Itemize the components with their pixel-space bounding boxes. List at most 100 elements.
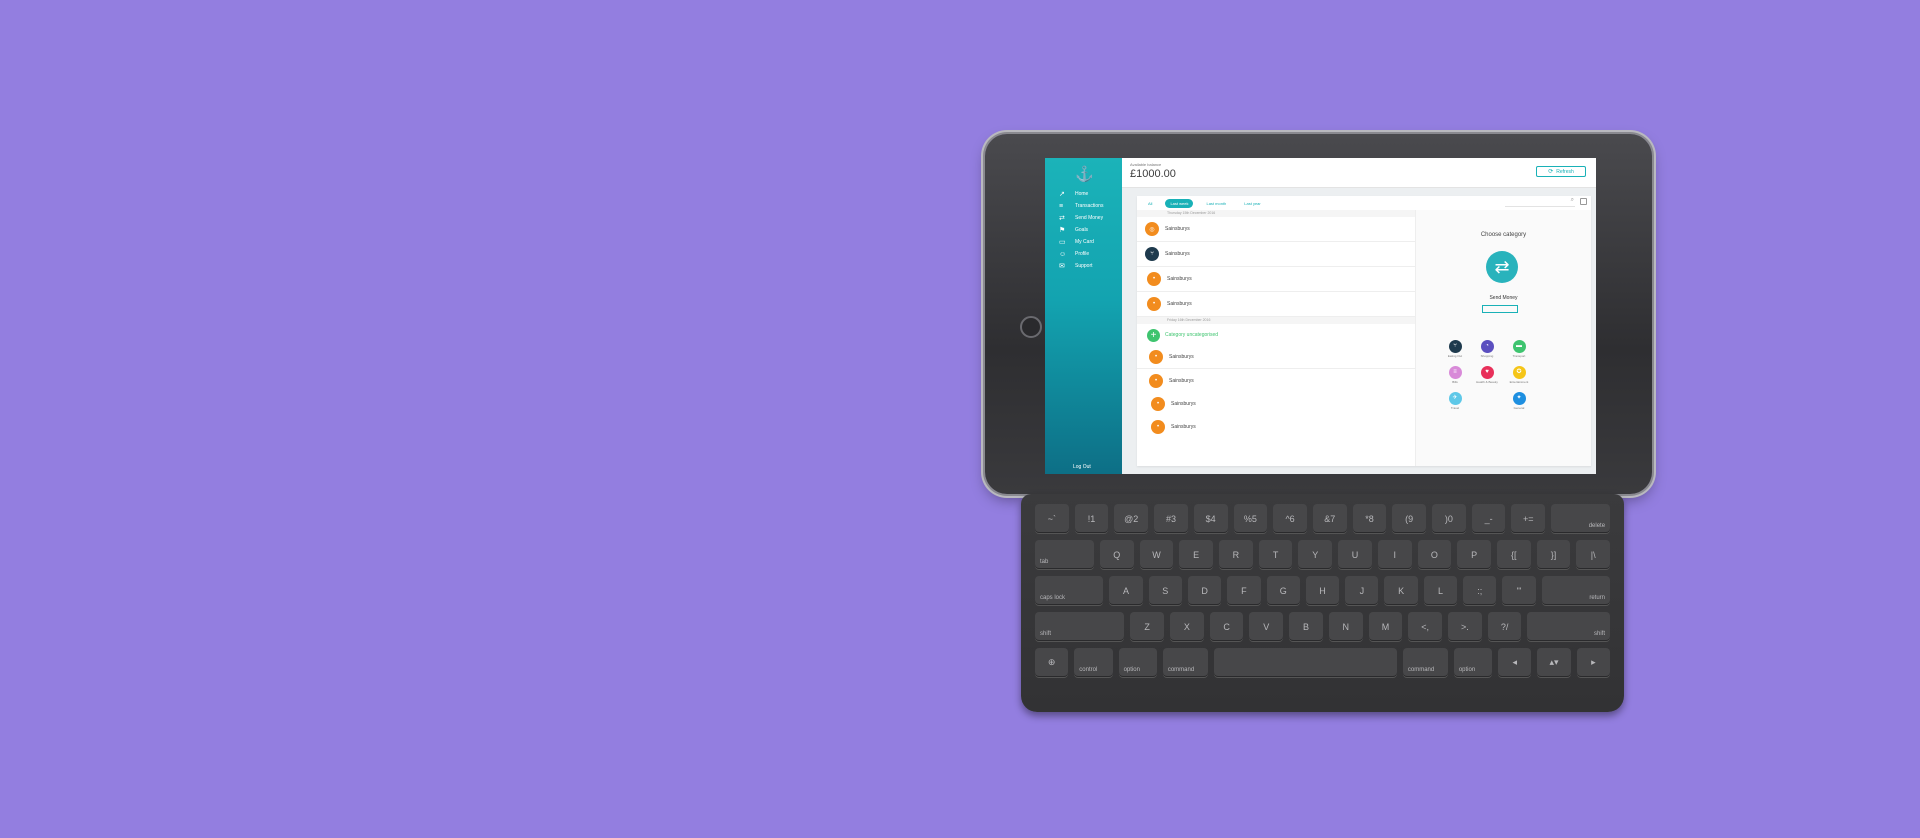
key-e[interactable]: E [1179,540,1214,569]
category-travel[interactable]: ✈ Travel [1440,392,1470,410]
app-header: Available balance £1000.00 ⟳ Refresh [1122,158,1596,188]
category-shopping[interactable]: ◔ Shopping [1472,340,1502,358]
key-arrow-right[interactable]: ▸ [1576,648,1610,677]
key-arrow-up-down[interactable]: ▴▾ [1537,648,1571,677]
key-s[interactable]: S [1148,576,1182,605]
key-5[interactable]: %5 [1233,504,1268,533]
category-bills[interactable]: ≡ Bills [1440,366,1470,384]
filter-last-month[interactable]: Last month [1201,199,1231,208]
transaction-row[interactable]: • Sainsburys [1137,392,1415,415]
choose-category-title: Choose category [1480,232,1527,238]
key-j[interactable]: J [1345,576,1379,605]
key-tilde[interactable]: ~` [1035,504,1069,533]
filter-last-year[interactable]: Last year [1239,199,1265,208]
key-y[interactable]: Y [1298,540,1333,569]
transaction-row[interactable]: ◎ Sainsburys [1137,217,1415,242]
key-shift-right[interactable]: shift [1527,612,1611,641]
key-slash[interactable]: ?/ [1487,612,1522,641]
key-semicolon[interactable]: :; [1463,576,1497,605]
key-c[interactable]: C [1209,612,1244,641]
key-3[interactable]: #3 [1154,504,1188,533]
key-z[interactable]: Z [1130,612,1165,641]
key-9[interactable]: (9 [1392,504,1427,533]
key-b[interactable]: B [1289,612,1323,641]
transaction-row[interactable]: • Sainsburys [1137,267,1415,292]
add-category-row[interactable]: + Category uncategorised [1137,324,1415,346]
key-globe[interactable]: ⊕ [1035,648,1069,677]
key-minus[interactable]: _- [1471,504,1506,533]
key-2[interactable]: @2 [1114,504,1149,533]
sidebar-item-profile[interactable]: ☺ Profile [1059,249,1089,259]
key-control[interactable]: control [1074,648,1113,677]
sidebar-item-send-money[interactable]: ⇄ Send Money [1059,213,1103,223]
sidebar-item-home[interactable]: ↗ Home [1059,189,1088,199]
key-l[interactable]: L [1423,576,1458,605]
sidebar-item-my-card[interactable]: ▭ My Card [1059,237,1094,247]
key-m[interactable]: M [1368,612,1403,641]
key-1[interactable]: !1 [1074,504,1109,533]
key-n[interactable]: N [1328,612,1363,641]
key-quote[interactable]: "' [1502,576,1536,605]
key-p[interactable]: P [1457,540,1491,569]
key-4[interactable]: $4 [1193,504,1228,533]
key-command-right[interactable]: command [1402,648,1448,677]
key-k[interactable]: K [1384,576,1418,605]
key-g[interactable]: G [1266,576,1300,605]
key-0[interactable]: )0 [1432,504,1466,533]
home-button[interactable] [1020,316,1042,338]
key-w[interactable]: W [1139,540,1174,569]
key-q[interactable]: Q [1099,540,1134,569]
category-eating-out[interactable]: ⑂ Eating Out [1440,340,1470,358]
filter-all[interactable]: All [1143,199,1157,208]
key-option-left[interactable]: option [1118,648,1157,677]
key-i[interactable]: I [1377,540,1412,569]
key-delete[interactable]: delete [1551,504,1611,533]
filter-last-week[interactable]: Last week [1165,199,1194,208]
sidebar-item-transactions[interactable]: ≡ Transactions [1059,201,1103,211]
transaction-row[interactable]: • Sainsburys [1137,369,1415,392]
key-comma[interactable]: <, [1408,612,1443,641]
key-right-bracket[interactable]: }] [1536,540,1571,569]
key-t[interactable]: T [1258,540,1293,569]
key-d[interactable]: D [1187,576,1222,605]
category-general[interactable]: ✦ General [1504,392,1534,410]
transaction-row[interactable]: • Sainsburys [1137,415,1415,438]
key-command-left[interactable]: command [1162,648,1208,677]
key-space[interactable] [1213,648,1397,677]
refresh-button[interactable]: ⟳ Refresh [1536,166,1586,177]
sidebar-item-goals[interactable]: ⚑ Goals [1059,225,1088,235]
key-backslash[interactable]: |\ [1576,540,1611,569]
key-r[interactable]: R [1219,540,1253,569]
category-transport[interactable]: ▬ Transport [1504,340,1534,358]
sidebar-item-support[interactable]: ✉ Support [1059,261,1093,271]
category-entertainment[interactable]: ✪ Entertainment [1504,366,1534,384]
search-input[interactable]: ⌕ [1505,197,1575,207]
key-o[interactable]: O [1417,540,1452,569]
key-7[interactable]: &7 [1312,504,1347,533]
key-caps-lock[interactable]: caps lock [1035,576,1104,605]
key-equals[interactable]: += [1511,504,1546,533]
logout-link[interactable]: Log Out [1073,464,1091,470]
key-left-bracket[interactable]: {[ [1496,540,1531,569]
key-v[interactable]: V [1249,612,1284,641]
key-tab[interactable]: tab [1035,540,1094,569]
key-period[interactable]: >. [1448,612,1482,641]
category-note-input[interactable] [1482,305,1518,313]
key-f[interactable]: F [1227,576,1261,605]
profile-icon: ☺ [1059,250,1067,258]
key-option-right[interactable]: option [1453,648,1493,677]
calendar-icon[interactable] [1580,198,1587,205]
key-u[interactable]: U [1338,540,1372,569]
key-8[interactable]: *8 [1352,504,1387,533]
key-arrow-left[interactable]: ◂ [1498,648,1532,677]
key-x[interactable]: X [1170,612,1204,641]
transaction-row[interactable]: • Sainsburys [1137,292,1415,317]
transaction-row[interactable]: ⑂ Sainsburys [1137,242,1415,267]
transaction-row[interactable]: • Sainsburys [1137,346,1415,369]
key-return[interactable]: return [1541,576,1611,605]
category-health-beauty[interactable]: ♥ Health & Beauty [1472,366,1502,384]
key-shift-left[interactable]: shift [1035,612,1125,641]
key-6[interactable]: ^6 [1273,504,1307,533]
key-h[interactable]: H [1305,576,1340,605]
key-a[interactable]: A [1109,576,1143,605]
